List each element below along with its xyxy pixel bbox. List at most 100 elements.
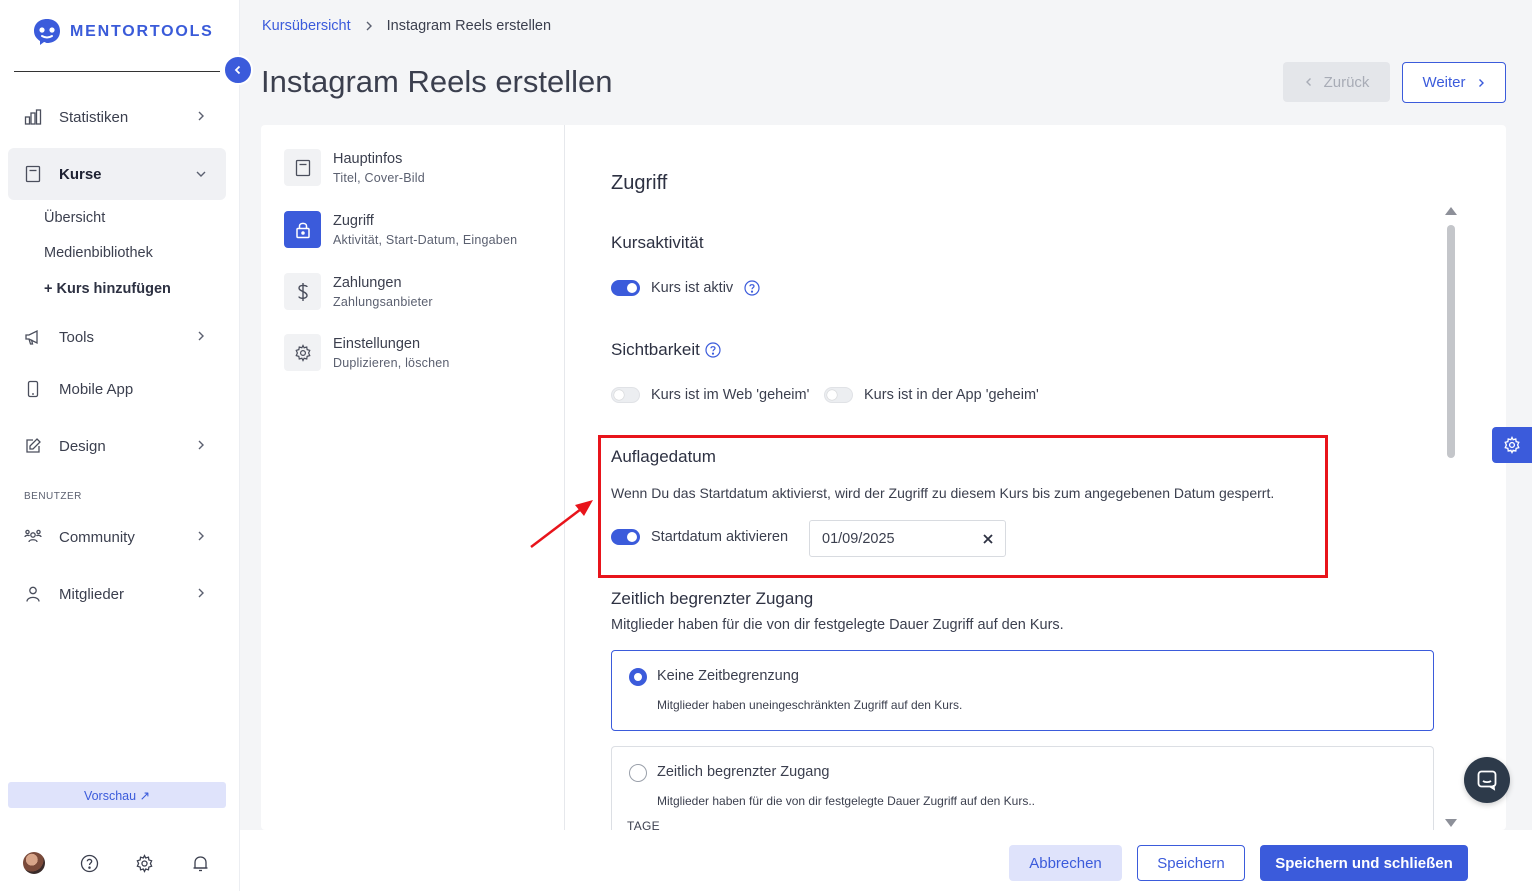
- next-button-label: Weiter: [1422, 74, 1466, 91]
- help-icon[interactable]: [744, 280, 760, 296]
- chevron-left-icon: [1305, 78, 1311, 86]
- start-date-row: Startdatum aktivieren: [611, 529, 788, 545]
- sidebar-subitem-kurs-hinzufuegen[interactable]: + Kurs hinzufügen: [44, 281, 171, 297]
- step-title: Hauptinfos: [333, 151, 403, 167]
- step-title: Zahlungen: [333, 275, 402, 291]
- option-no-limit[interactable]: Keine Zeitbegrenzung Mitglieder haben un…: [611, 650, 1434, 731]
- save-and-close-button[interactable]: Speichern und schließen: [1260, 845, 1468, 881]
- sidebar-subitem-medienbibliothek[interactable]: Medienbibliothek: [44, 245, 153, 261]
- sidebar-item-mobile-app[interactable]: Mobile App: [8, 366, 226, 412]
- chevron-right-icon: [198, 531, 204, 541]
- step-einstellungen[interactable]: Einstellungen Duplizieren, löschen: [284, 334, 450, 371]
- gear-icon[interactable]: [133, 852, 155, 874]
- next-button[interactable]: Weiter: [1402, 62, 1506, 103]
- step-title: Einstellungen: [333, 336, 421, 352]
- back-button-label: Zurück: [1323, 73, 1370, 91]
- start-date-toggle[interactable]: [611, 529, 640, 545]
- app-secret-toggle[interactable]: [824, 387, 853, 403]
- help-icon[interactable]: [78, 852, 100, 874]
- help-icon[interactable]: [705, 342, 721, 358]
- steps-nav: Hauptinfos Titel, Cover-Bild Zugriff Akt…: [261, 125, 565, 830]
- divider: [14, 71, 220, 72]
- close-icon[interactable]: [981, 532, 995, 546]
- footer-actions: Abbrechen Speichern Speichern und schlie…: [240, 830, 1532, 891]
- save-button[interactable]: Speichern: [1137, 845, 1245, 881]
- breadcrumb-link-kursuebersicht[interactable]: Kursübersicht: [262, 18, 351, 34]
- course-active-toggle[interactable]: [611, 280, 640, 296]
- lock-icon: [284, 211, 321, 248]
- sidebar-subitem-uebersicht[interactable]: Übersicht: [44, 210, 105, 226]
- chevron-right-icon: [1478, 78, 1484, 87]
- people-icon: [24, 528, 42, 546]
- radio-time-limited[interactable]: [629, 764, 647, 782]
- sidebar-item-statistiken[interactable]: Statistiken: [8, 94, 226, 140]
- sidebar-item-label: Design: [59, 437, 106, 455]
- preview-button[interactable]: Vorschau ↗: [8, 782, 226, 808]
- step-subtitle: Titel, Cover-Bild: [333, 171, 425, 185]
- gear-icon: [284, 334, 321, 371]
- sidebar-item-mitglieder[interactable]: Mitglieder: [8, 571, 226, 617]
- visibility-app-row: Kurs ist in der App 'geheim': [824, 387, 1039, 403]
- step-subtitle: Duplizieren, löschen: [333, 356, 450, 370]
- sidebar-item-label: Community: [59, 528, 135, 546]
- annotation-arrow: [530, 500, 593, 548]
- course-active-label: Kurs ist aktiv: [651, 280, 734, 296]
- settings-float-button[interactable]: [1492, 427, 1532, 463]
- bar-chart-icon: [24, 108, 42, 126]
- sidebar-item-design[interactable]: Design: [8, 423, 226, 469]
- step-title: Zugriff: [333, 213, 374, 229]
- step-zugriff[interactable]: Zugriff Aktivität, Start-Datum, Eingaben: [284, 211, 517, 248]
- scroll-thumb[interactable]: [1447, 225, 1455, 458]
- collapse-sidebar-button[interactable]: [223, 55, 253, 85]
- option-title: Keine Zeitbegrenzung: [657, 668, 799, 684]
- option-title: Zeitlich begrenzter Zugang: [657, 764, 830, 780]
- scrollbar[interactable]: [1445, 207, 1459, 830]
- breadcrumb: Kursübersicht Instagram Reels erstellen: [262, 18, 551, 34]
- section-label-benutzer: BENUTZER: [24, 491, 82, 502]
- scroll-up-arrow[interactable]: [1445, 207, 1457, 215]
- chat-icon: [1477, 770, 1497, 791]
- megaphone-icon: [24, 328, 42, 346]
- start-date-input[interactable]: 01/09/2025: [809, 520, 1006, 557]
- visibility-web-row: Kurs ist im Web 'geheim': [611, 387, 809, 403]
- logo[interactable]: MENTORTOOLS: [32, 17, 214, 47]
- dollar-icon: [284, 273, 321, 310]
- sidebar-item-kurse[interactable]: Kurse: [8, 148, 226, 200]
- gear-icon: [1504, 436, 1520, 454]
- phone-icon: [24, 380, 42, 398]
- step-hauptinfos[interactable]: Hauptinfos Titel, Cover-Bild: [284, 149, 425, 186]
- section-title-sichtbarkeit: Sichtbarkeit: [611, 340, 700, 359]
- user-icon: [24, 585, 42, 603]
- chat-button[interactable]: [1464, 757, 1510, 803]
- bell-icon[interactable]: [189, 852, 211, 874]
- start-date-value: 01/09/2025: [822, 530, 895, 547]
- chevron-left-icon: [234, 65, 241, 75]
- sidebar-item-tools[interactable]: Tools: [8, 314, 226, 360]
- option-subtitle: Mitglieder haben für die von dir festgel…: [657, 794, 1035, 808]
- course-active-row: Kurs ist aktiv: [611, 280, 760, 296]
- back-button[interactable]: Zurück: [1283, 62, 1390, 102]
- section-title-auflagedatum: Auflagedatum: [611, 447, 716, 466]
- cancel-button[interactable]: Abbrechen: [1009, 845, 1122, 881]
- book-icon: [284, 149, 321, 186]
- app-secret-label: Kurs ist in der App 'geheim': [864, 387, 1039, 403]
- limited-description: Mitglieder haben für die von dir festgel…: [611, 617, 1064, 633]
- web-secret-toggle[interactable]: [611, 387, 640, 403]
- sidebar: MENTORTOOLS Statistiken Kurse Übersicht …: [0, 0, 240, 891]
- step-zahlungen[interactable]: Zahlungen Zahlungsanbieter: [284, 273, 433, 310]
- sidebar-item-label: Mitglieder: [59, 585, 125, 603]
- chevron-down-icon: [196, 171, 206, 177]
- avatar[interactable]: [23, 852, 45, 874]
- sidebar-item-label: Kurse: [59, 165, 102, 183]
- breadcrumb-current: Instagram Reels erstellen: [386, 18, 552, 34]
- sidebar-item-label: Statistiken: [59, 108, 129, 126]
- chevron-right-icon: [366, 21, 372, 31]
- logo-text: MENTORTOOLS: [70, 23, 214, 40]
- sidebar-item-community[interactable]: Community: [8, 514, 226, 560]
- page-title: Instagram Reels erstellen: [261, 64, 613, 99]
- course-editor-card: Hauptinfos Titel, Cover-Bild Zugriff Akt…: [261, 125, 1506, 846]
- section-title-kursaktivitaet: Kursaktivität: [611, 233, 704, 252]
- section-heading-zugriff: Zugriff: [611, 172, 668, 194]
- radio-no-limit[interactable]: [629, 668, 647, 686]
- scroll-down-arrow[interactable]: [1445, 819, 1457, 827]
